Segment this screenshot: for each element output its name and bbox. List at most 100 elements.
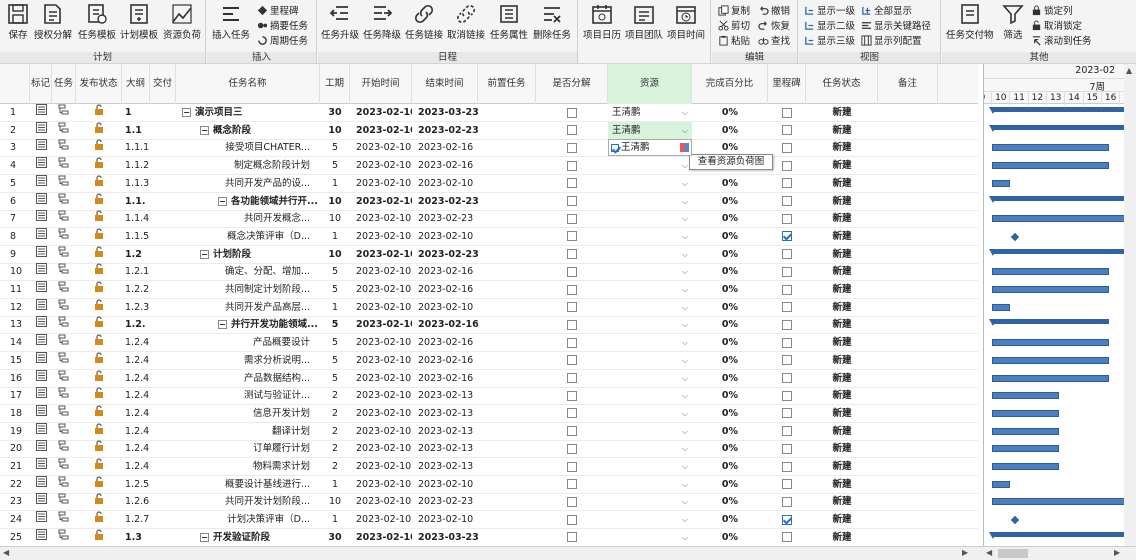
mark-icon[interactable]: [35, 104, 47, 118]
task-hierarchy-icon[interactable]: [58, 263, 70, 277]
end-date-cell[interactable]: 2023-02-16: [412, 352, 478, 370]
milestone-checkbox[interactable]: [782, 337, 792, 348]
note-cell[interactable]: [878, 476, 938, 494]
dropdown-arrow-icon[interactable]: ⌵: [682, 263, 688, 281]
task-hierarchy-icon[interactable]: [58, 175, 70, 189]
lock-icon[interactable]: [94, 228, 104, 242]
percent-cell[interactable]: 0%: [692, 193, 768, 211]
deliverable-cell[interactable]: [150, 139, 176, 157]
table-row[interactable]: 16 1.2.4 产品数据结构... 5 2023-02-10 2023-02-16 ⌵ 0%…: [0, 369, 978, 388]
end-date-cell[interactable]: 2023-02-16: [412, 139, 478, 157]
publish-status-cell[interactable]: [76, 157, 122, 175]
lock-column-button[interactable]: 锁定列: [1031, 3, 1073, 17]
project-team-button[interactable]: 项目团队: [625, 2, 663, 41]
predecessor-cell[interactable]: [478, 476, 536, 494]
milestone-cell[interactable]: [768, 529, 806, 547]
start-date-cell[interactable]: 2023-02-10: [350, 423, 412, 441]
predecessor-cell[interactable]: [478, 493, 536, 511]
resource-cell[interactable]: ⌵: [608, 210, 692, 228]
task-cell[interactable]: [52, 299, 76, 317]
col-resource-header[interactable]: 资源: [608, 64, 692, 104]
milestone-checkbox[interactable]: [782, 532, 792, 543]
duration-cell[interactable]: 10: [320, 246, 350, 264]
deliverable-cell[interactable]: [150, 334, 176, 352]
predecessor-cell[interactable]: [478, 511, 536, 529]
dropdown-arrow-icon[interactable]: ⌵: [682, 104, 688, 122]
milestone-checkbox[interactable]: [782, 231, 792, 242]
start-date-cell[interactable]: 2023-02-10: [350, 193, 412, 211]
duration-cell[interactable]: 5: [320, 157, 350, 175]
lock-icon[interactable]: [94, 458, 104, 472]
predecessor-cell[interactable]: [478, 299, 536, 317]
end-date-cell[interactable]: 2023-03-23: [412, 104, 478, 122]
task-hierarchy-icon[interactable]: [58, 299, 70, 313]
split-cell[interactable]: [536, 175, 608, 193]
collapse-toggle-icon[interactable]: −: [200, 249, 209, 259]
mark-cell[interactable]: [30, 157, 52, 175]
status-cell[interactable]: 新建: [806, 139, 878, 157]
mark-cell[interactable]: [30, 263, 52, 281]
publish-status-cell[interactable]: [76, 246, 122, 264]
milestone-checkbox[interactable]: [782, 479, 792, 490]
percent-cell[interactable]: 0%: [692, 370, 768, 388]
lock-icon[interactable]: [94, 263, 104, 277]
mark-cell[interactable]: [30, 440, 52, 458]
task-hierarchy-icon[interactable]: [58, 281, 70, 295]
percent-cell[interactable]: 0%: [692, 405, 768, 423]
project-time-button[interactable]: 项目时间: [667, 2, 705, 41]
col-publish-status-header[interactable]: 发布状态: [76, 64, 122, 104]
status-cell[interactable]: 新建: [806, 228, 878, 246]
milestone-checkbox[interactable]: [782, 284, 792, 295]
lock-icon[interactable]: [94, 529, 104, 543]
end-date-cell[interactable]: 2023-02-16: [412, 281, 478, 299]
start-date-cell[interactable]: 2023-02-10: [350, 316, 412, 334]
task-cell[interactable]: [52, 228, 76, 246]
task-hierarchy-icon[interactable]: [58, 210, 70, 224]
resource-cell[interactable]: ⌵: [608, 334, 692, 352]
status-cell[interactable]: 新建: [806, 476, 878, 494]
split-checkbox[interactable]: [567, 319, 577, 330]
table-row[interactable]: 21 1.2.4 物料需求计划 2 2023-02-10 2023-02-13 ⌵ 0% 新建: [0, 458, 978, 476]
percent-cell[interactable]: 0%: [692, 387, 768, 405]
col-milestone-header[interactable]: 里程碑: [768, 64, 806, 104]
publish-status-cell[interactable]: [76, 352, 122, 370]
publish-status-cell[interactable]: [76, 440, 122, 458]
table-row[interactable]: 41.1.2制定概念阶段计划52023-02-102023-02-16⌵0%新建: [0, 157, 978, 176]
split-checkbox[interactable]: [567, 249, 577, 260]
split-checkbox[interactable]: [567, 337, 577, 348]
lock-icon[interactable]: [94, 299, 104, 313]
task-name-cell[interactable]: 信息开发计划: [176, 405, 320, 423]
milestone-checkbox[interactable]: [782, 426, 792, 437]
mark-icon[interactable]: [35, 334, 47, 348]
percent-cell[interactable]: 0%: [692, 210, 768, 228]
mark-cell[interactable]: [30, 369, 52, 388]
status-cell[interactable]: 新建: [806, 157, 878, 175]
show-columns-button[interactable]: 显示列配置: [861, 33, 922, 47]
gantt-summary-bar[interactable]: [991, 107, 1136, 112]
note-cell[interactable]: [878, 423, 938, 441]
note-cell[interactable]: [878, 511, 938, 529]
end-date-cell[interactable]: 2023-02-10: [412, 228, 478, 246]
resource-load-button[interactable]: 资源负荷: [163, 2, 201, 41]
task-hierarchy-icon[interactable]: [58, 423, 70, 437]
task-hierarchy-icon[interactable]: [58, 511, 70, 525]
resource-cell[interactable]: ⌵: [608, 228, 692, 246]
gantt-milestone[interactable]: [1010, 232, 1019, 242]
end-date-cell[interactable]: 2023-02-23: [412, 246, 478, 264]
end-date-cell[interactable]: 2023-02-16: [412, 157, 478, 175]
deliverable-cell[interactable]: [150, 122, 176, 140]
insert-task-button[interactable]: 插入任务: [212, 2, 250, 41]
resource-cell[interactable]: ⌵: [608, 157, 692, 175]
resource-cell[interactable]: ⌵: [608, 476, 692, 494]
start-date-cell[interactable]: 2023-02-10: [350, 139, 412, 157]
percent-cell[interactable]: 0%: [692, 529, 768, 547]
duration-cell[interactable]: 5: [320, 352, 350, 370]
mark-icon[interactable]: [35, 528, 47, 543]
mark-cell[interactable]: [30, 174, 52, 193]
status-cell[interactable]: 新建: [806, 122, 878, 140]
task-hierarchy-icon[interactable]: [58, 334, 70, 348]
task-downgrade-button[interactable]: 任务降级: [363, 2, 401, 41]
end-date-cell[interactable]: 2023-02-13: [412, 405, 478, 423]
note-cell[interactable]: [878, 139, 938, 157]
split-cell[interactable]: [536, 104, 608, 122]
